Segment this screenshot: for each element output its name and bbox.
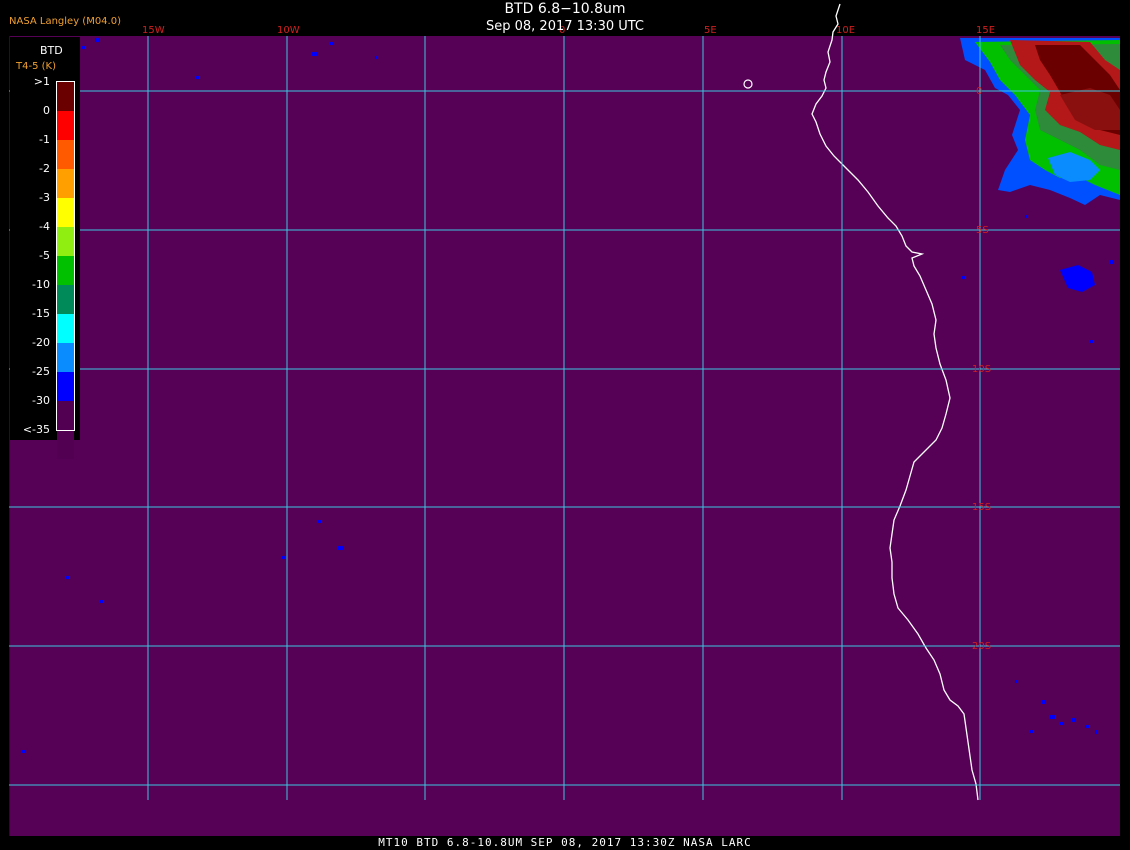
lat-label: 5S	[976, 225, 989, 236]
lat-label: 0	[976, 86, 982, 97]
producer-label: NASA Langley (M04.0)	[9, 16, 121, 27]
image-title: BTD 6.8−10.8um	[504, 1, 626, 17]
legend-label: -5	[39, 249, 50, 262]
legend-label: 0	[43, 104, 50, 117]
lat-label: 20S	[972, 641, 991, 652]
footer-caption: MT10 BTD 6.8-10.8UM SEP 08, 2017 13:30Z …	[378, 836, 752, 849]
legend-label: -20	[32, 336, 50, 349]
header-bar: BTD 6.8−10.8um Sep 08, 2017 13:30 UTC NA…	[0, 0, 1130, 36]
color-legend: BTD T4-5 (K) >1 0 -1 -2 -3 -4 -5 -10 -15 -20 -25 -3…	[10, 37, 80, 459]
legend-label: -15	[32, 307, 50, 320]
legend-label: -4	[39, 220, 50, 233]
legend-units: T4-5 (K)	[16, 61, 56, 72]
legend-label: -10	[32, 278, 50, 291]
legend-label: -25	[32, 365, 50, 378]
legend-label: >1	[33, 75, 50, 88]
legend-label: -30	[32, 394, 50, 407]
legend-label: -2	[39, 162, 50, 175]
legend-label: -1	[39, 133, 50, 146]
lat-label: 15S	[972, 502, 991, 513]
legend-frame	[56, 81, 75, 431]
legend-label: -3	[39, 191, 50, 204]
satellite-map: 15W 10W 0 5E 10E 15E 0 5S 10S 15S 20S	[9, 3, 1120, 836]
lat-label: 10S	[972, 364, 991, 375]
image-timestamp: Sep 08, 2017 13:30 UTC	[485, 19, 645, 34]
footer-bar: MT10 BTD 6.8-10.8UM SEP 08, 2017 13:30Z …	[0, 836, 1130, 850]
legend-label: <-35	[22, 423, 50, 436]
legend-title: BTD	[40, 44, 63, 57]
